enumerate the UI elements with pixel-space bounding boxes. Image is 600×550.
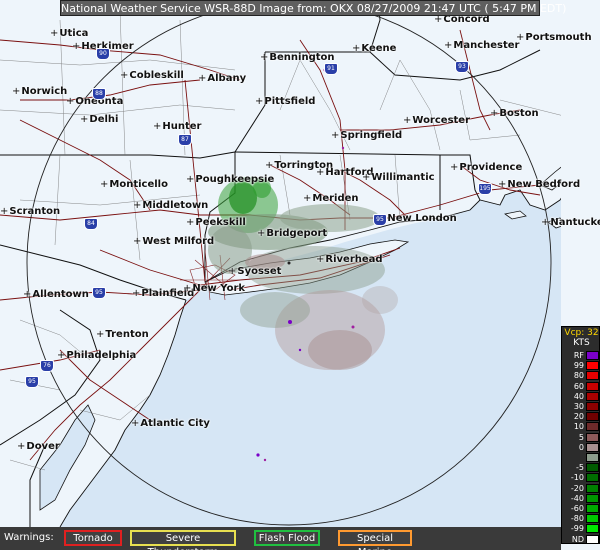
interstate-shield-icon: 90 — [96, 48, 110, 60]
city-label: Cobleskill — [120, 71, 183, 81]
city-label: Peekskill — [186, 218, 245, 228]
legend-unit: KTS — [573, 338, 590, 348]
interstate-shield-icon: 95 — [25, 376, 39, 388]
legend-swatch — [586, 493, 599, 503]
legend-swatch — [586, 463, 599, 473]
city-label: New Bedford — [498, 180, 580, 190]
radar-map — [0, 0, 600, 550]
legend-swatch — [586, 432, 599, 442]
city-label: Atlantic City — [131, 419, 210, 429]
warnings-bar: Warnings: Tornado Severe Thunderstorm Fl… — [0, 527, 561, 550]
velocity-legend: Vcp: 32 KTS RF 99 80 60 40 30 20 10 5 0 -5 -10 -20 -4… — [561, 326, 600, 544]
legend-swatch — [586, 422, 599, 432]
legend-swatch — [586, 534, 599, 544]
city-label: Trenton — [96, 330, 148, 340]
city-label: Portsmouth — [516, 33, 591, 43]
city-label: West Milford — [133, 237, 214, 247]
interstate-shield-icon: 84 — [84, 218, 98, 230]
city-label: Pittsfield — [255, 97, 315, 107]
interstate-shield-icon: 88 — [92, 88, 106, 100]
city-label: Bennington — [260, 53, 334, 63]
city-label: Scranton — [0, 207, 60, 217]
radar-frame: Utica Herkimer Concord Portsmouth Manche… — [0, 0, 600, 550]
interstate-shield-icon: 76 — [40, 360, 54, 372]
severe-thunderstorm-warning-button[interactable]: Severe Thunderstorm — [130, 530, 236, 550]
legend-swatch — [586, 442, 599, 452]
city-label: Bridgeport — [257, 229, 327, 239]
legend-swatch — [586, 351, 599, 360]
interstate-shield-icon: 91 — [324, 63, 338, 75]
city-label: Syosset — [228, 267, 281, 277]
city-label: New York — [183, 284, 245, 294]
tornado-warning-button[interactable]: Tornado — [64, 530, 122, 546]
legend-vcp: Vcp: 32 — [564, 328, 599, 338]
legend-value: ND — [571, 534, 584, 544]
city-label: Philadelphia — [57, 351, 136, 361]
city-label: Keene — [352, 44, 396, 54]
legend-swatch — [586, 391, 599, 401]
city-label: Poughkeepsie — [186, 175, 274, 185]
interstate-shield-icon: 195 — [478, 183, 492, 195]
interstate-shield-icon: 87 — [178, 134, 192, 146]
city-label: Riverhead — [316, 255, 382, 265]
legend-swatch — [586, 514, 599, 524]
legend-swatch — [586, 412, 599, 422]
city-label: Allentown — [23, 290, 89, 300]
legend-swatch — [586, 402, 599, 411]
city-label: Albany — [198, 74, 246, 84]
city-label: Manchester — [444, 41, 519, 51]
city-label: Hunter — [153, 122, 201, 132]
city-label: Willimantic — [362, 173, 434, 183]
city-label: New London — [378, 214, 456, 224]
legend-swatch — [586, 453, 599, 462]
city-label: Monticello — [100, 180, 168, 190]
warnings-label: Warnings: — [4, 532, 54, 543]
legend-swatch — [586, 524, 599, 534]
legend-swatch — [586, 483, 599, 493]
interstate-shield-icon: 93 — [455, 61, 469, 73]
legend-row: ND — [562, 534, 600, 545]
legend-swatch — [586, 504, 599, 513]
legend-swatch — [586, 361, 599, 371]
image-title-bar: National Weather Service WSR-88D Image f… — [60, 0, 567, 16]
city-label: Boston — [490, 109, 538, 119]
flash-flood-warning-button[interactable]: Flash Flood — [254, 530, 320, 546]
interstate-shield-icon: 95 — [92, 287, 106, 299]
city-label: Dover — [17, 442, 59, 452]
city-label: Norwich — [12, 87, 67, 97]
city-label: Utica — [50, 29, 88, 39]
city-label: Worcester — [403, 116, 470, 126]
city-label: Providence — [450, 163, 522, 173]
city-label: Meriden — [303, 194, 358, 204]
legend-swatch — [586, 473, 599, 483]
legend-swatch — [586, 381, 599, 391]
special-marine-warning-button[interactable]: Special Marine — [338, 530, 412, 550]
city-label: Springfield — [331, 131, 402, 141]
legend-swatch — [586, 371, 599, 381]
city-label: Delhi — [80, 115, 118, 125]
city-label: Nantucket — [541, 218, 600, 228]
interstate-shield-icon: 95 — [373, 214, 387, 226]
city-label: Middletown — [133, 201, 208, 211]
